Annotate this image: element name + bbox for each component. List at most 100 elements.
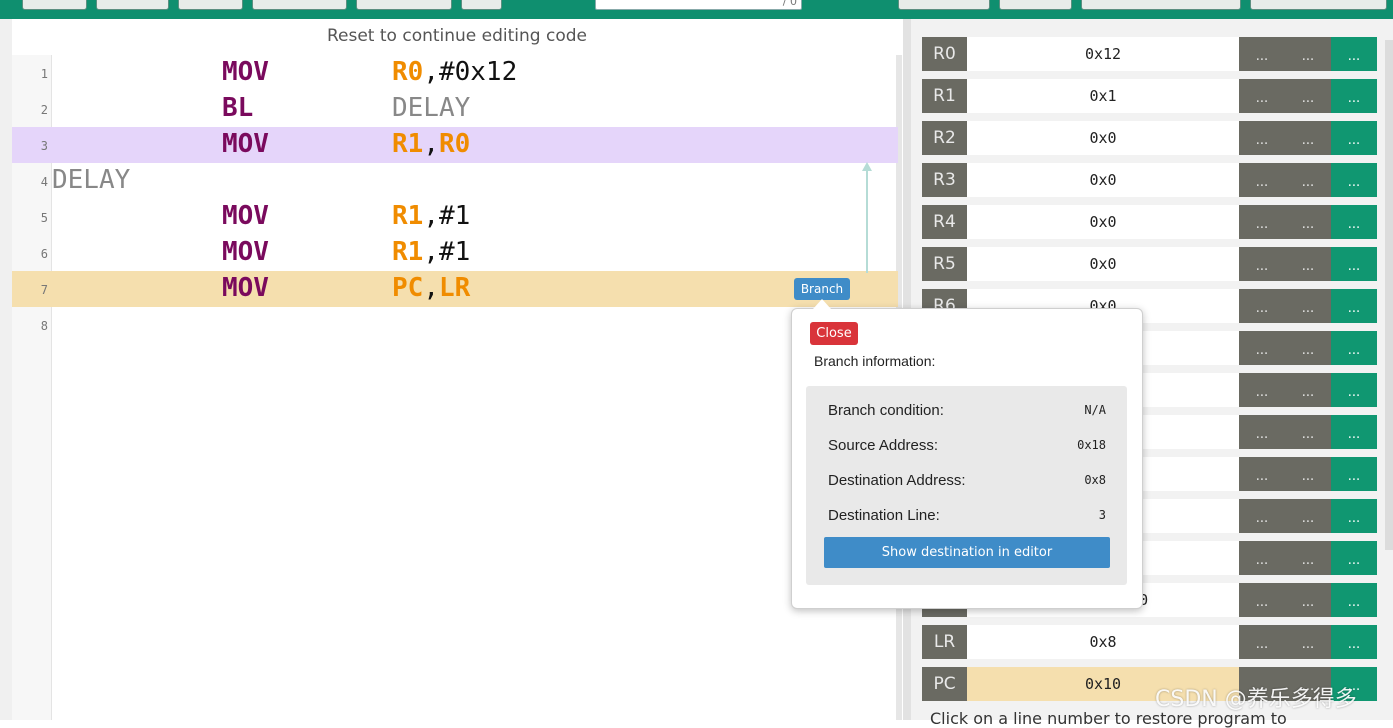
line-number[interactable]: 4 xyxy=(12,175,48,189)
register-action-button[interactable]: ... xyxy=(1285,541,1331,575)
register-action-button[interactable]: ... xyxy=(1239,37,1285,71)
code-line-current-highlight[interactable]: 7 MOV PC,LR xyxy=(12,271,898,307)
register-action-button[interactable]: ... xyxy=(1285,247,1331,281)
register-action-button[interactable]: ... xyxy=(1331,163,1377,197)
register-action-button[interactable]: ... xyxy=(1331,289,1377,323)
register-action-button[interactable]: ... xyxy=(1331,499,1377,533)
mnemonic: MOV xyxy=(222,273,269,303)
register-action-button[interactable]: ... xyxy=(1331,205,1377,239)
toolbar-button-7[interactable] xyxy=(898,0,990,10)
popover-title: Branch information: xyxy=(814,353,936,369)
toolbar-button-6[interactable] xyxy=(461,0,502,10)
register-action-button[interactable]: ... xyxy=(1239,79,1285,113)
register-row-lr: LR 0x8 ... ... ... xyxy=(922,625,1377,659)
toolbar-button-1[interactable] xyxy=(22,0,87,10)
toolbar-button-2[interactable] xyxy=(96,0,169,10)
line-number[interactable]: 6 xyxy=(12,247,48,261)
register-value[interactable]: 0x12 xyxy=(967,37,1239,71)
register-action-button[interactable]: ... xyxy=(1239,415,1285,449)
code-line[interactable]: 1 MOV R0,#0x12 xyxy=(12,55,898,91)
register-action-button[interactable]: ... xyxy=(1239,625,1285,659)
toolbar-button-8[interactable] xyxy=(999,0,1072,10)
register-action-button[interactable]: ... xyxy=(1331,331,1377,365)
register-action-button[interactable]: ... xyxy=(1331,457,1377,491)
register-action-button[interactable]: ... xyxy=(1285,373,1331,407)
register-action-button[interactable]: ... xyxy=(1331,373,1377,407)
register-value[interactable]: 0x0 xyxy=(967,205,1239,239)
branch-badge-button[interactable]: Branch xyxy=(794,278,850,300)
register-action-button[interactable]: ... xyxy=(1331,247,1377,281)
register-value[interactable]: 0x8 xyxy=(967,625,1239,659)
register-value[interactable]: 0x0 xyxy=(967,163,1239,197)
close-button[interactable]: Close xyxy=(810,322,858,345)
register-action-button[interactable]: ... xyxy=(1331,625,1377,659)
toolbar-search-input[interactable]: / 0 xyxy=(595,0,802,10)
register-action-button[interactable]: ... xyxy=(1285,121,1331,155)
toolbar-button-3[interactable] xyxy=(178,0,243,10)
branch-arrow-line xyxy=(866,170,868,273)
register-action-button[interactable]: ... xyxy=(1285,415,1331,449)
register-action-button[interactable]: ... xyxy=(1285,499,1331,533)
register-action-button[interactable]: ... xyxy=(1285,37,1331,71)
register-value[interactable]: 0x0 xyxy=(967,121,1239,155)
register-action-button[interactable]: ... xyxy=(1285,205,1331,239)
toolbar-button-5[interactable] xyxy=(356,0,452,10)
register-action-button[interactable]: ... xyxy=(1331,541,1377,575)
toolbar-button-4[interactable] xyxy=(252,0,347,10)
code-line[interactable]: 4 DELAY xyxy=(12,163,898,199)
register-value[interactable]: 0x0 xyxy=(967,247,1239,281)
register-action-button[interactable]: ... xyxy=(1239,457,1285,491)
mnemonic: MOV xyxy=(222,237,269,267)
line-number[interactable]: 5 xyxy=(12,211,48,225)
register-action-button[interactable]: ... xyxy=(1239,331,1285,365)
toolbar-button-10[interactable] xyxy=(1250,0,1387,10)
register-action-button[interactable]: ... xyxy=(1285,331,1331,365)
line-number[interactable]: 1 xyxy=(12,67,48,81)
toolbar-button-9[interactable] xyxy=(1081,0,1241,10)
code-line[interactable]: 6 MOV R1,#1 xyxy=(12,235,898,271)
source-address-row: Source Address: 0x18 xyxy=(828,437,1106,457)
register-action-button[interactable]: ... xyxy=(1285,583,1331,617)
register-action-button[interactable]: ... xyxy=(1285,163,1331,197)
show-destination-button[interactable]: Show destination in editor xyxy=(824,537,1110,568)
register-action-button[interactable]: ... xyxy=(1285,625,1331,659)
register-action-button[interactable]: ... xyxy=(1285,289,1331,323)
code-label: DELAY xyxy=(52,165,131,195)
line-number[interactable]: 8 xyxy=(12,319,48,333)
register-action-button[interactable]: ... xyxy=(1331,583,1377,617)
code-line[interactable]: 2 BL DELAY xyxy=(12,91,898,127)
line-number[interactable]: 3 xyxy=(12,139,48,153)
register-action-button[interactable]: ... xyxy=(1239,583,1285,617)
info-value: 0x18 xyxy=(1077,438,1106,452)
register-action-button[interactable]: ... xyxy=(1285,457,1331,491)
register-name: R2 xyxy=(922,121,967,155)
register-action-button[interactable]: ... xyxy=(1331,37,1377,71)
register-action-button[interactable]: ... xyxy=(1239,205,1285,239)
editor-left-margin xyxy=(0,19,12,720)
code-line[interactable]: 5 MOV R1,#1 xyxy=(12,199,898,235)
registers-scrollbar[interactable] xyxy=(1385,40,1393,550)
code-line[interactable]: 8 xyxy=(12,307,898,343)
register-action-button[interactable]: ... xyxy=(1331,415,1377,449)
register-action-button[interactable]: ... xyxy=(1331,121,1377,155)
register-action-button[interactable]: ... xyxy=(1239,121,1285,155)
register-action-button[interactable]: ... xyxy=(1331,79,1377,113)
operand-register: R1 xyxy=(392,237,424,267)
line-number[interactable]: 7 xyxy=(12,283,48,297)
register-name: R1 xyxy=(922,79,967,113)
register-action-button[interactable]: ... xyxy=(1239,247,1285,281)
operands: R1,#1 xyxy=(392,237,470,267)
operands: PC,LR xyxy=(392,273,470,303)
register-row-r4: R4 0x0 ... ... ... xyxy=(922,205,1377,239)
code-line-destination-highlight[interactable]: 3 MOV R1,R0 xyxy=(12,127,898,163)
register-value[interactable]: 0x1 xyxy=(967,79,1239,113)
register-action-button[interactable]: ... xyxy=(1239,499,1285,533)
register-action-button[interactable]: ... xyxy=(1239,289,1285,323)
register-action-button[interactable]: ... xyxy=(1239,163,1285,197)
info-value: 0x8 xyxy=(1084,473,1106,487)
register-action-button[interactable]: ... xyxy=(1285,79,1331,113)
info-key: Branch condition: xyxy=(828,402,944,419)
register-action-button[interactable]: ... xyxy=(1239,541,1285,575)
line-number[interactable]: 2 xyxy=(12,103,48,117)
register-action-button[interactable]: ... xyxy=(1239,373,1285,407)
